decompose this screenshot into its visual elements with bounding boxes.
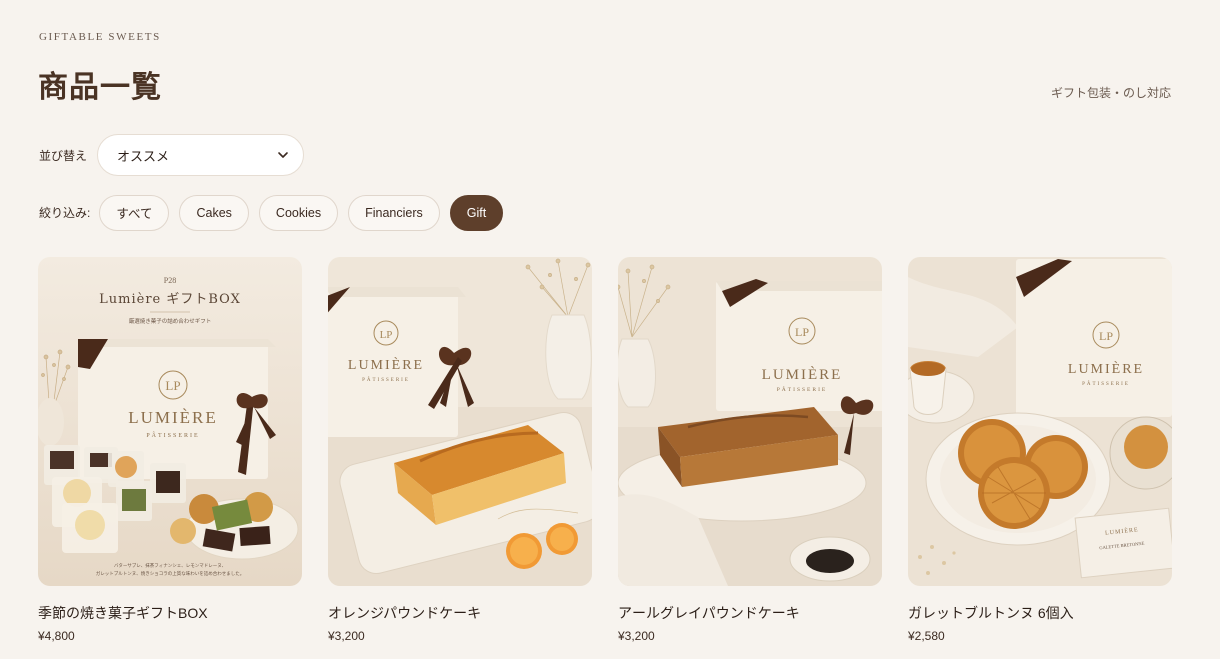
chevron-down-icon [278, 152, 288, 158]
eyebrow-label: GIFTABLE SWEETS [39, 31, 161, 43]
sort-select[interactable]: オススメ [97, 134, 305, 176]
product-price: ¥3,200 [618, 629, 655, 643]
svg-text:厳選焼き菓子の詰め合わせギフト: 厳選焼き菓子の詰め合わせギフト [129, 317, 212, 325]
product-card[interactable]: LP LUMIÈRE PÂTISSERIE オレンジパウンドケーキ ¥3,200 [328, 257, 592, 643]
filter-chip-financiers[interactable]: Financiers [348, 194, 440, 231]
product-card[interactable]: LP LUMIÈRE PÂTISSERIE アールグレイパウンドケーキ ¥3,2… [618, 257, 882, 643]
svg-text:LUMIÈRE: LUMIÈRE [348, 356, 424, 373]
product-name[interactable]: ガレットブルトンヌ 6個入 [908, 603, 1172, 623]
product-price: ¥4,800 [38, 629, 75, 643]
product-name[interactable]: アールグレイパウンドケーキ [618, 603, 882, 623]
svg-text:LP: LP [165, 378, 180, 393]
product-image-gift-box[interactable]: P28 Lumière ギフトBOX 厳選焼き菓子の詰め合わせギフト LP LU… [38, 257, 302, 586]
product-name[interactable]: オレンジパウンドケーキ [328, 603, 592, 623]
product-grid: P28 Lumière ギフトBOX 厳選焼き菓子の詰め合わせギフト LP LU… [38, 257, 1172, 643]
svg-text:LUMIÈRE: LUMIÈRE [128, 408, 218, 427]
svg-text:LP: LP [1099, 329, 1113, 343]
filter-chip-all[interactable]: すべて [99, 194, 170, 231]
page-title: 商品一覧 [38, 70, 162, 105]
product-image-earl-grey-pound-cake[interactable]: LP LUMIÈRE PÂTISSERIE [618, 257, 882, 586]
sort-selected-value: オススメ [117, 148, 170, 164]
svg-text:バターサブレ、抹茶フィナンシェ、レモンマドレーヌ、: バターサブレ、抹茶フィナンシェ、レモンマドレーヌ、 [114, 562, 226, 569]
sort-row: 並び替え オススメ [39, 134, 305, 176]
product-price: ¥2,580 [908, 629, 945, 643]
product-image-galette-bretonne[interactable]: LP LUMIÈRE PÂTISSERIE LUMIÈRE GALETTE BR… [908, 257, 1172, 586]
product-price: ¥3,200 [328, 629, 365, 643]
svg-text:LP: LP [795, 325, 809, 339]
svg-text:PÂTISSERIE: PÂTISSERIE [777, 385, 828, 393]
svg-text:Lumière ギフトBOX: Lumière ギフトBOX [99, 292, 241, 307]
svg-text:LUMIÈRE: LUMIÈRE [1068, 360, 1144, 377]
svg-text:PÂTISSERIE: PÂTISSERIE [1082, 381, 1130, 387]
svg-text:PÂTISSERIE: PÂTISSERIE [362, 377, 410, 383]
product-card[interactable]: P28 Lumière ギフトBOX 厳選焼き菓子の詰め合わせギフト LP LU… [38, 257, 302, 643]
sort-label: 並び替え [39, 148, 88, 163]
filter-chip-cookies[interactable]: Cookies [258, 194, 339, 231]
filter-chip-cakes[interactable]: Cakes [179, 194, 249, 231]
filter-chip-gift[interactable]: Gift [449, 194, 504, 231]
filter-label: 絞り込み: [39, 206, 91, 220]
svg-text:PÂTISSERIE: PÂTISSERIE [146, 431, 199, 439]
product-image-orange-pound-cake[interactable]: LP LUMIÈRE PÂTISSERIE [328, 257, 592, 586]
svg-text:ガレットブルトンヌ、焼きショコラの上質な味わいを詰め合わせま: ガレットブルトンヌ、焼きショコラの上質な味わいを詰め合わせました。 [96, 570, 244, 577]
svg-text:LUMIÈRE: LUMIÈRE [762, 366, 843, 383]
product-name[interactable]: 季節の焼き菓子ギフトBOX [38, 603, 302, 623]
svg-text:P28: P28 [164, 276, 176, 285]
product-card[interactable]: LP LUMIÈRE PÂTISSERIE LUMIÈRE GALETTE BR… [908, 257, 1172, 643]
gift-wrap-note: ギフト包装・のし対応 [1050, 86, 1171, 100]
filter-row: 絞り込み: すべて Cakes Cookies Financiers Gift [39, 194, 513, 231]
svg-text:LP: LP [380, 329, 393, 341]
